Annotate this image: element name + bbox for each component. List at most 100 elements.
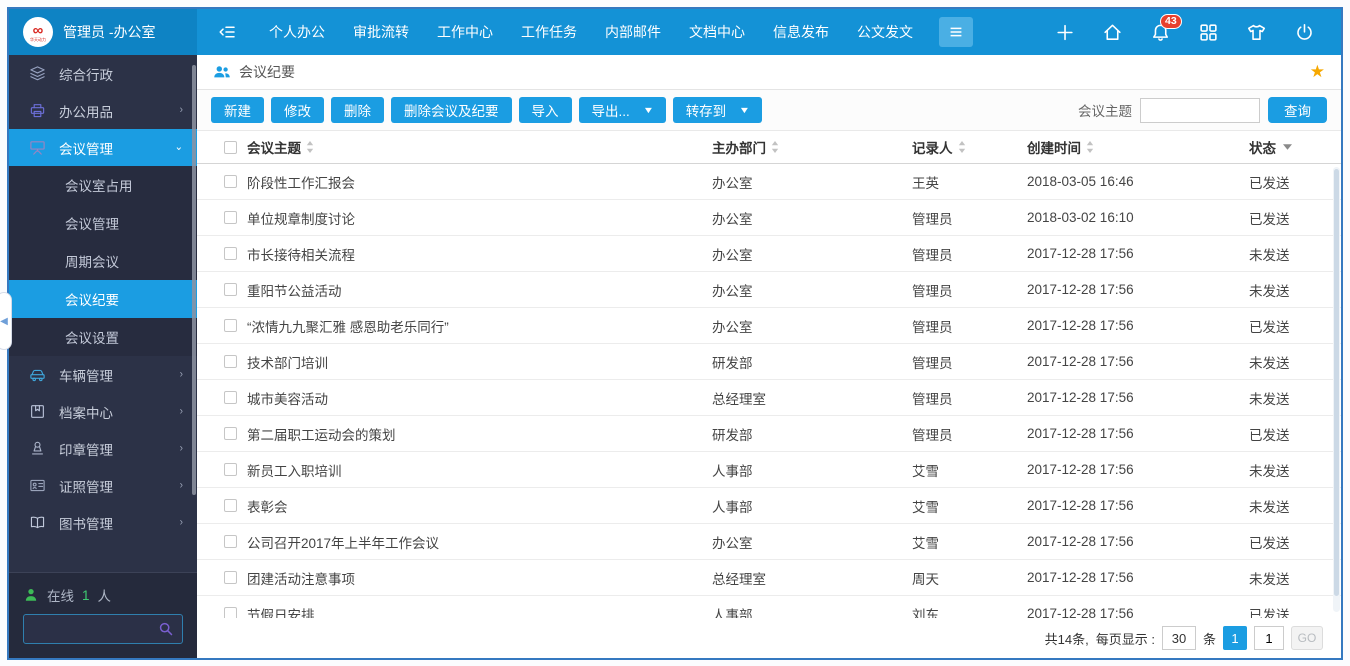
power-icon[interactable] (1294, 22, 1315, 43)
menu-collapse-icon[interactable] (217, 21, 239, 43)
row-checkbox[interactable] (224, 283, 237, 296)
cell-subject[interactable]: 阶段性工作汇报会 (237, 172, 712, 192)
top-nav-item[interactable]: 信息发布 (759, 9, 843, 55)
row-checkbox[interactable] (224, 391, 237, 404)
subject-search-input[interactable] (1140, 97, 1260, 123)
column-header-recorder[interactable]: 记录人 (912, 137, 1027, 157)
row-checkbox[interactable] (224, 355, 237, 368)
toolbar-button-导出[interactable]: 导出... ▼ (578, 97, 666, 123)
go-button[interactable]: GO (1291, 626, 1323, 650)
sidebar-item-图书管理[interactable]: 图书管理 › (9, 504, 197, 541)
table-row[interactable]: 表彰会 人事部 艾雪 2017-12-28 17:56 未发送 (197, 488, 1341, 524)
cell-subject[interactable]: 市长接待相关流程 (237, 244, 712, 264)
cell-subject[interactable]: 节假日安排 (237, 604, 712, 619)
table-row[interactable]: 技术部门培训 研发部 管理员 2017-12-28 17:56 未发送 (197, 344, 1341, 380)
top-nav-item[interactable]: 工作任务 (507, 9, 591, 55)
sidebar-item-办公用品[interactable]: 办公用品 › (9, 92, 197, 129)
toolbar-button-新建[interactable]: 新建 (211, 97, 264, 123)
toolbar-button-转存到[interactable]: 转存到 ▼ (672, 97, 763, 123)
table-row[interactable]: 节假日安排 人事部 刘东 2017-12-28 17:56 已发送 (197, 596, 1341, 618)
notifications-icon[interactable]: 43 (1150, 13, 1182, 43)
brand-area[interactable]: ∞ 华天动力 管理员 -办公室 (9, 9, 197, 55)
top-nav-item[interactable]: 审批流转 (339, 9, 423, 55)
current-page-button[interactable]: 1 (1223, 626, 1247, 650)
top-nav-item[interactable]: 内部邮件 (591, 9, 675, 55)
apps-icon[interactable] (1198, 22, 1219, 43)
table-row[interactable]: “浓情九九聚汇雅 感恩助老乐同行” 办公室 管理员 2017-12-28 17:56 已… (197, 308, 1341, 344)
toolbar-button-删除[interactable]: 删除 (331, 97, 384, 123)
sort-icon[interactable] (306, 141, 314, 153)
row-checkbox[interactable] (224, 427, 237, 440)
sidebar-subitem-会议管理[interactable]: 会议管理 (9, 204, 197, 242)
add-icon[interactable] (1054, 22, 1075, 43)
row-checkbox[interactable] (224, 607, 237, 618)
row-checkbox[interactable] (224, 535, 237, 548)
sidebar-item-综合行政[interactable]: 综合行政 (9, 55, 197, 92)
cell-subject[interactable]: 技术部门培训 (237, 352, 712, 372)
sidebar-item-印章管理[interactable]: 印章管理 › (9, 430, 197, 467)
row-checkbox[interactable] (224, 463, 237, 476)
top-nav-item[interactable]: 工作中心 (423, 9, 507, 55)
sidebar-subitem-会议设置[interactable]: 会议设置 (9, 318, 197, 356)
table-row[interactable]: 第二届职工运动会的策划 研发部 管理员 2017-12-28 17:56 已发送 (197, 416, 1341, 452)
top-nav-item[interactable]: 个人办公 (255, 9, 339, 55)
toolbar-button-修改[interactable]: 修改 (271, 97, 324, 123)
sort-icon[interactable] (958, 141, 966, 153)
sidebar-item-证照管理[interactable]: 证照管理 › (9, 467, 197, 504)
sidebar-item-车辆管理[interactable]: 车辆管理 › (9, 356, 197, 393)
cell-subject[interactable]: 团建活动注意事项 (237, 568, 712, 588)
row-checkbox[interactable] (224, 571, 237, 584)
query-button[interactable]: 查询 (1268, 97, 1327, 123)
table-row[interactable]: 团建活动注意事项 总经理室 周天 2017-12-28 17:56 未发送 (197, 560, 1341, 596)
filter-down-icon[interactable] (1283, 144, 1292, 150)
goto-page-input[interactable] (1254, 626, 1284, 650)
sidebar-item-会议管理[interactable]: 会议管理 ⌄ (9, 129, 197, 166)
sidebar-collapse-handle[interactable]: ◀ (0, 292, 12, 350)
cell-subject[interactable]: 第二届职工运动会的策划 (237, 424, 712, 444)
sidebar-item-档案中心[interactable]: 档案中心 › (9, 393, 197, 430)
row-checkbox[interactable] (224, 175, 237, 188)
sidebar-subitem-会议室占用[interactable]: 会议室占用 (9, 166, 197, 204)
sidebar-subitem-周期会议[interactable]: 周期会议 (9, 242, 197, 280)
table-row[interactable]: 重阳节公益活动 办公室 管理员 2017-12-28 17:56 未发送 (197, 272, 1341, 308)
more-menu-icon[interactable] (939, 17, 973, 47)
column-header-subject[interactable]: 会议主题 (237, 137, 712, 157)
theme-icon[interactable] (1246, 22, 1267, 43)
top-nav-item[interactable]: 公文发文 (843, 9, 927, 55)
cell-subject[interactable]: 表彰会 (237, 496, 712, 516)
row-checkbox[interactable] (224, 211, 237, 224)
sidebar-scrollbar[interactable] (192, 65, 196, 495)
column-header-created[interactable]: 创建时间 (1027, 137, 1249, 157)
per-page-value[interactable]: 30 (1161, 626, 1196, 650)
sort-icon[interactable] (771, 141, 779, 153)
table-row[interactable]: 市长接待相关流程 办公室 管理员 2017-12-28 17:56 未发送 (197, 236, 1341, 272)
top-nav-item[interactable]: 文档中心 (675, 9, 759, 55)
row-checkbox[interactable] (224, 247, 237, 260)
column-header-status[interactable]: 状态 (1249, 137, 1341, 157)
favorite-star-icon[interactable]: ★ (1310, 62, 1325, 82)
column-header-dept[interactable]: 主办部门 (712, 137, 912, 157)
main-scrollbar[interactable] (1333, 167, 1340, 612)
cell-subject[interactable]: 单位规章制度讨论 (237, 208, 712, 228)
sort-icon[interactable] (1086, 141, 1094, 153)
sidebar-search-input[interactable] (32, 621, 158, 637)
table-row[interactable]: 单位规章制度讨论 办公室 管理员 2018-03-02 16:10 已发送 (197, 200, 1341, 236)
table-row[interactable]: 城市美容活动 总经理室 管理员 2017-12-28 17:56 未发送 (197, 380, 1341, 416)
table-row[interactable]: 新员工入职培训 人事部 艾雪 2017-12-28 17:56 未发送 (197, 452, 1341, 488)
cell-subject[interactable]: 城市美容活动 (237, 388, 712, 408)
cell-subject[interactable]: 新员工入职培训 (237, 460, 712, 480)
cell-subject[interactable]: 公司召开2017年上半年工作会议 (237, 532, 712, 552)
select-all-checkbox[interactable] (224, 140, 237, 154)
toolbar-button-导入[interactable]: 导入 (518, 97, 572, 123)
home-icon[interactable] (1102, 22, 1123, 43)
search-icon[interactable] (158, 621, 174, 637)
cell-subject[interactable]: “浓情九九聚汇雅 感恩助老乐同行” (237, 316, 712, 336)
sidebar-subitem-会议纪要[interactable]: 会议纪要 (9, 280, 197, 318)
row-checkbox[interactable] (224, 319, 237, 332)
row-checkbox[interactable] (224, 499, 237, 512)
sidebar-search[interactable] (23, 614, 183, 644)
cell-subject[interactable]: 重阳节公益活动 (237, 280, 712, 300)
table-row[interactable]: 公司召开2017年上半年工作会议 办公室 艾雪 2017-12-28 17:56 已发送 (197, 524, 1341, 560)
table-row[interactable]: 阶段性工作汇报会 办公室 王英 2018-03-05 16:46 已发送 (197, 164, 1341, 200)
toolbar-button-删除会议及纪要[interactable]: 删除会议及纪要 (391, 97, 512, 123)
